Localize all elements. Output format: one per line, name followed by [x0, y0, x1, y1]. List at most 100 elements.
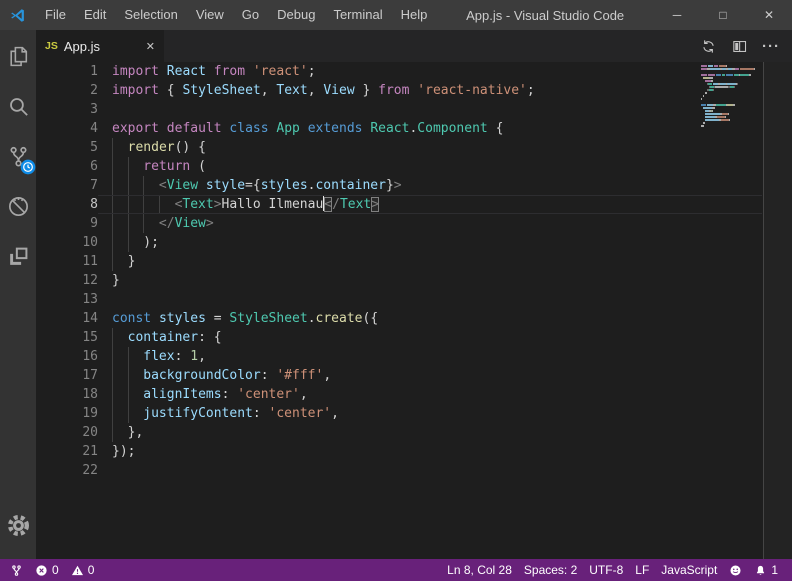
- code-area[interactable]: 1import React from 'react';2import { Sty…: [36, 62, 792, 480]
- maximize-button[interactable]: □: [700, 0, 746, 30]
- status-bar: 0 0 Ln 8, Col 28Spaces: 2UTF-8LFJavaScrip…: [0, 559, 792, 581]
- status-warnings[interactable]: 0: [65, 563, 101, 577]
- vscode-logo-icon: [9, 7, 26, 24]
- menu-go[interactable]: Go: [233, 0, 268, 30]
- bell-icon: [754, 564, 767, 577]
- activity-source-control[interactable]: [0, 133, 36, 180]
- notification-count: 1: [771, 563, 778, 577]
- code-line[interactable]: 19justifyContent: 'center',: [36, 404, 792, 423]
- line-number: 6: [36, 157, 98, 176]
- activity-debug[interactable]: [0, 183, 36, 230]
- line-number: 7: [36, 176, 98, 195]
- status-errors[interactable]: 0: [29, 563, 65, 577]
- menu-help[interactable]: Help: [392, 0, 437, 30]
- line-number: 19: [36, 404, 98, 423]
- status-encoding[interactable]: UTF-8: [583, 563, 629, 577]
- code-line[interactable]: 9</View>: [36, 214, 792, 233]
- error-icon: [35, 564, 48, 577]
- indent-guide: [128, 157, 144, 176]
- menu-debug[interactable]: Debug: [268, 0, 324, 30]
- status-errors-count: 0: [52, 563, 59, 577]
- notifications-bell[interactable]: 1: [748, 563, 784, 577]
- debug-icon: [6, 194, 31, 219]
- activity-search[interactable]: [0, 83, 36, 130]
- workbench: JS App.js ✕ ··· 1import React from 'reac…: [0, 30, 792, 559]
- code-line[interactable]: 4export default class App extends React.…: [36, 119, 792, 138]
- indent-guide: [143, 176, 159, 195]
- indent-guide: [143, 214, 159, 233]
- code-line[interactable]: 12}: [36, 271, 792, 290]
- indent-guide: [112, 366, 128, 385]
- tab-appjs[interactable]: JS App.js ✕: [36, 30, 164, 62]
- indent-guide: [128, 214, 144, 233]
- code-line[interactable]: 18alignItems: 'center',: [36, 385, 792, 404]
- code-line[interactable]: 22: [36, 461, 792, 480]
- status-indentation[interactable]: Spaces: 2: [518, 563, 583, 577]
- code-line[interactable]: 14const styles = StyleSheet.create({: [36, 309, 792, 328]
- activity-explorer[interactable]: [0, 33, 36, 80]
- more-actions-button[interactable]: ···: [762, 38, 780, 55]
- editor-group: JS App.js ✕ ··· 1import React from 'reac…: [36, 30, 792, 559]
- status-source-control[interactable]: [4, 564, 29, 577]
- indent-guide: [159, 195, 175, 214]
- code-line[interactable]: 7<View style={styles.container}>: [36, 176, 792, 195]
- menu-selection[interactable]: Selection: [115, 0, 186, 30]
- split-editor-icon[interactable]: [731, 38, 748, 55]
- line-number: 13: [36, 290, 98, 309]
- git-fork-icon: [10, 564, 23, 577]
- code-line[interactable]: 21});: [36, 442, 792, 461]
- line-number: 14: [36, 309, 98, 328]
- status-warnings-count: 0: [88, 563, 95, 577]
- indent-guide: [112, 176, 128, 195]
- clock-badge-icon: [20, 159, 36, 175]
- menu-file[interactable]: File: [36, 0, 75, 30]
- minimize-button[interactable]: ─: [654, 0, 700, 30]
- line-number: 5: [36, 138, 98, 157]
- close-button[interactable]: ✕: [746, 0, 792, 30]
- menu-bar: FileEditSelectionViewGoDebugTerminalHelp: [36, 0, 436, 30]
- window-title: App.js - Visual Studio Code: [436, 8, 654, 23]
- status-eol[interactable]: LF: [629, 563, 655, 577]
- code-line[interactable]: 8<Text>Hallo Ilmenau</Text>: [36, 195, 792, 214]
- code-line[interactable]: 15container: {: [36, 328, 792, 347]
- code-line[interactable]: 2import { StyleSheet, Text, View } from …: [36, 81, 792, 100]
- code-line[interactable]: 16flex: 1,: [36, 347, 792, 366]
- activity-extensions[interactable]: [0, 233, 36, 280]
- title-bar: FileEditSelectionViewGoDebugTerminalHelp…: [0, 0, 792, 30]
- feedback-smiley-icon[interactable]: [723, 564, 748, 577]
- tab-close-icon[interactable]: ✕: [146, 40, 155, 53]
- indent-guide: [128, 404, 144, 423]
- status-language[interactable]: JavaScript: [655, 563, 723, 577]
- code-line[interactable]: 1import React from 'react';: [36, 62, 792, 81]
- menu-view[interactable]: View: [187, 0, 233, 30]
- indent-guide: [112, 328, 128, 347]
- line-number: 21: [36, 442, 98, 461]
- vertical-scrollbar[interactable]: [764, 62, 792, 559]
- line-number: 22: [36, 461, 98, 480]
- code-editor[interactable]: 1import React from 'react';2import { Sty…: [36, 62, 792, 559]
- code-line[interactable]: 3: [36, 100, 792, 119]
- code-line[interactable]: 20},: [36, 423, 792, 442]
- code-line[interactable]: 6return (: [36, 157, 792, 176]
- code-line[interactable]: 11}: [36, 252, 792, 271]
- sync-icon[interactable]: [700, 38, 717, 55]
- window-controls: ─ □ ✕: [654, 0, 792, 30]
- minimap[interactable]: [701, 64, 761, 130]
- code-line[interactable]: 5render() {: [36, 138, 792, 157]
- code-line[interactable]: 13: [36, 290, 792, 309]
- indent-guide: [128, 366, 144, 385]
- code-line[interactable]: 10);: [36, 233, 792, 252]
- activity-manage[interactable]: [0, 502, 36, 549]
- menu-terminal[interactable]: Terminal: [324, 0, 391, 30]
- line-number: 12: [36, 271, 98, 290]
- extensions-icon: [6, 244, 31, 269]
- line-number: 15: [36, 328, 98, 347]
- menu-edit[interactable]: Edit: [75, 0, 115, 30]
- line-number: 2: [36, 81, 98, 100]
- line-number: 9: [36, 214, 98, 233]
- line-number: 4: [36, 119, 98, 138]
- indent-guide: [128, 385, 144, 404]
- line-number: 8: [36, 195, 98, 214]
- code-line[interactable]: 17backgroundColor: '#fff',: [36, 366, 792, 385]
- status-line-col[interactable]: Ln 8, Col 28: [441, 563, 518, 577]
